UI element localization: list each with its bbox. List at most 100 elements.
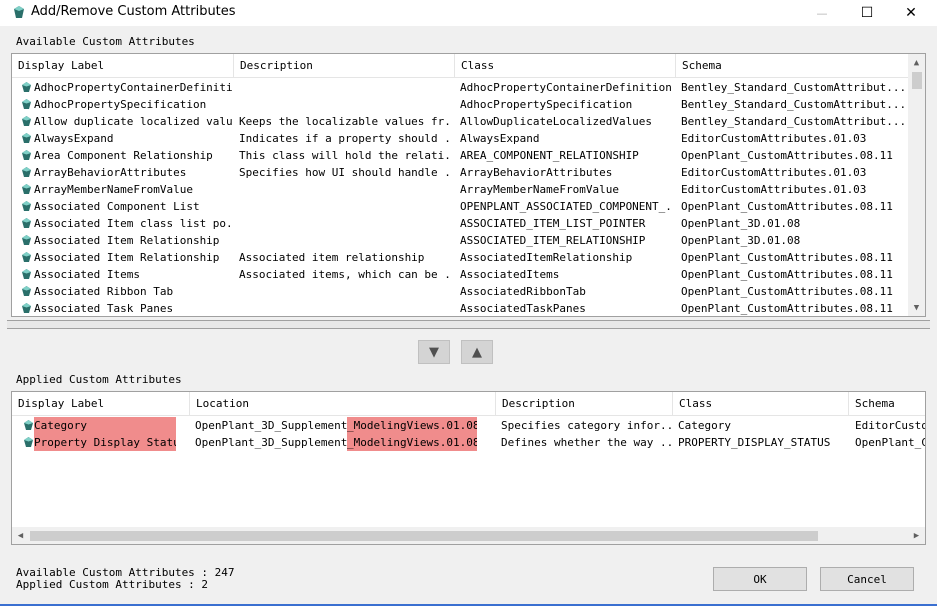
available-row[interactable]: ArrayBehaviorAttributes Specifies how UI … (12, 164, 908, 181)
row-description (239, 232, 453, 249)
class-gem-icon (22, 286, 31, 296)
available-col-class[interactable]: Class (455, 54, 676, 78)
row-class: AdhocPropertyContainerDefinition (460, 81, 672, 94)
row-display-label: Associated Item Relationship (34, 234, 220, 247)
row-class: Category (678, 419, 731, 432)
title-bar: Add/Remove Custom Attributes — ☐ ✕ (0, 0, 937, 26)
splitter-bar[interactable] (7, 320, 930, 329)
row-description: Indicates if a property should ... (239, 132, 453, 145)
row-class: AllowDuplicateLocalizedValues (460, 115, 653, 128)
row-description (239, 198, 453, 215)
app-gem-icon (14, 6, 24, 18)
applied-col-location[interactable]: Location (190, 392, 496, 416)
available-row[interactable]: AdhocPropertySpecification AdhocPropertyS… (12, 96, 908, 113)
remove-attribute-button[interactable]: ▲ (461, 340, 493, 364)
available-scroll-thumb[interactable] (912, 72, 922, 89)
row-description: Specifies how UI should handle ... (239, 166, 453, 179)
available-row[interactable]: Associated Task Panes AssociatedTaskPanes… (12, 300, 908, 316)
applied-scroll-thumb[interactable] (30, 531, 818, 541)
row-display-label: Associated Item class list po... (34, 217, 232, 230)
cancel-button-label: Cancel (847, 572, 887, 586)
applied-row[interactable]: Category OpenPlant_3D_Supplemental _Modeli… (12, 417, 925, 434)
row-class: ArrayBehaviorAttributes (460, 166, 613, 179)
available-row[interactable]: Area Component Relationship This class wi… (12, 147, 908, 164)
row-schema: Bentley_Standard_CustomAttribut... (681, 115, 906, 128)
row-description (239, 283, 453, 300)
class-gem-icon (24, 437, 33, 447)
row-location-suffix: _ModelingViews.01.08 (347, 417, 477, 434)
available-row[interactable]: Associated Ribbon Tab AssociatedRibbonTab… (12, 283, 908, 300)
applied-col-class[interactable]: Class (673, 392, 849, 416)
row-schema: OpenPlant_CustomAttributes.08.11 (681, 268, 893, 281)
row-class: AssociatedTaskPanes (460, 302, 586, 315)
class-gem-icon (22, 99, 31, 109)
row-display-label: Associated Items (34, 268, 140, 281)
available-list[interactable]: Display Label Description Class Schema A… (11, 53, 926, 317)
row-display-label: Area Component Relationship (34, 149, 213, 162)
row-schema: OpenPlant_3D.01.08 (681, 217, 801, 230)
applied-header: Display Label Location Description Class… (12, 392, 925, 416)
row-description: Defines whether the way ... (501, 436, 671, 449)
row-description: Keeps the localizable values fr... (239, 115, 453, 128)
row-schema: OpenPlant_CustomAttributes.08.11 (681, 302, 893, 315)
row-class: AlwaysExpand (460, 132, 540, 145)
applied-list[interactable]: Display Label Location Description Class… (11, 391, 926, 545)
row-class: AssociatedItems (460, 268, 560, 281)
class-gem-icon (22, 184, 31, 194)
scroll-up-arrow-icon[interactable]: ▲ (908, 54, 925, 71)
class-gem-icon (22, 82, 31, 92)
class-gem-icon (22, 235, 31, 245)
available-row[interactable]: ArrayMemberNameFromValue ArrayMemberNameF… (12, 181, 908, 198)
available-row[interactable]: Associated Component List OPENPLANT_ASSOC… (12, 198, 908, 215)
scroll-left-arrow-icon[interactable]: ◀ (12, 527, 29, 544)
cancel-button[interactable]: Cancel (820, 567, 914, 591)
row-description: This class will hold the relati... (239, 149, 453, 162)
add-attribute-button[interactable]: ▼ (418, 340, 450, 364)
class-gem-icon (22, 133, 31, 143)
available-row[interactable]: Associated Item Relationship ASSOCIATED_I… (12, 232, 908, 249)
applied-col-schema[interactable]: Schema (849, 392, 925, 416)
maximize-button[interactable]: ☐ (845, 0, 889, 26)
row-display-label: Category (34, 417, 176, 434)
row-schema: OpenPlant_CustomAttributes.08.11 (681, 149, 893, 162)
minimize-icon: — (816, 6, 828, 20)
row-display-label: Associated Component List (34, 200, 200, 213)
close-button[interactable]: ✕ (889, 0, 933, 26)
available-row[interactable]: Associated Item class list po... ASSOCIAT… (12, 215, 908, 232)
available-header: Display Label Description Class Schema (12, 54, 908, 78)
available-row[interactable]: Associated Item Relationship Associated i… (12, 249, 908, 266)
arrow-down-icon: ▼ (429, 344, 439, 360)
row-schema: Bentley_Standard_CustomAttribut... (681, 81, 906, 94)
available-col-display-label[interactable]: Display Label (12, 54, 234, 78)
available-row[interactable]: AlwaysExpand Indicates if a property shou… (12, 130, 908, 147)
class-gem-icon (22, 252, 31, 262)
row-description (239, 96, 453, 113)
available-col-description[interactable]: Description (234, 54, 455, 78)
available-col-schema[interactable]: Schema (676, 54, 908, 78)
row-description: Associated items, which can be ... (239, 268, 453, 281)
class-gem-icon (22, 269, 31, 279)
applied-col-description[interactable]: Description (496, 392, 673, 416)
row-schema: OpenPlant_CustomAttributes.08.11 (681, 251, 893, 264)
ok-button[interactable]: OK (713, 567, 807, 591)
row-class: AdhocPropertySpecification (460, 98, 633, 111)
row-class: AssociatedItemRelationship (460, 251, 633, 264)
minimize-button[interactable]: — (800, 0, 844, 26)
row-class: ArrayMemberNameFromValue (460, 183, 619, 196)
available-row[interactable]: Associated Items Associated items, which … (12, 266, 908, 283)
row-display-label: Property Display Status (34, 434, 176, 451)
applied-col-display-label[interactable]: Display Label (12, 392, 190, 416)
scroll-down-arrow-icon[interactable]: ▼ (908, 299, 925, 316)
available-row[interactable]: AdhocPropertyContainerDefinition AdhocPro… (12, 79, 908, 96)
scroll-right-arrow-icon[interactable]: ▶ (908, 527, 925, 544)
row-description (239, 215, 453, 232)
row-schema: EditorCustomAttributes.01.03 (681, 132, 867, 145)
applied-horizontal-scrollbar[interactable]: ◀ ▶ (12, 527, 925, 544)
row-display-label: AdhocPropertySpecification (34, 98, 207, 111)
applied-row[interactable]: Property Display Status OpenPlant_3D_Supp… (12, 434, 925, 451)
window-title: Add/Remove Custom Attributes (31, 4, 236, 19)
available-vertical-scrollbar[interactable]: ▲ ▼ (908, 54, 925, 316)
class-gem-icon (22, 218, 31, 228)
row-class: ASSOCIATED_ITEM_LIST_POINTER (460, 217, 646, 230)
available-row[interactable]: Allow duplicate localized values Keeps th… (12, 113, 908, 130)
